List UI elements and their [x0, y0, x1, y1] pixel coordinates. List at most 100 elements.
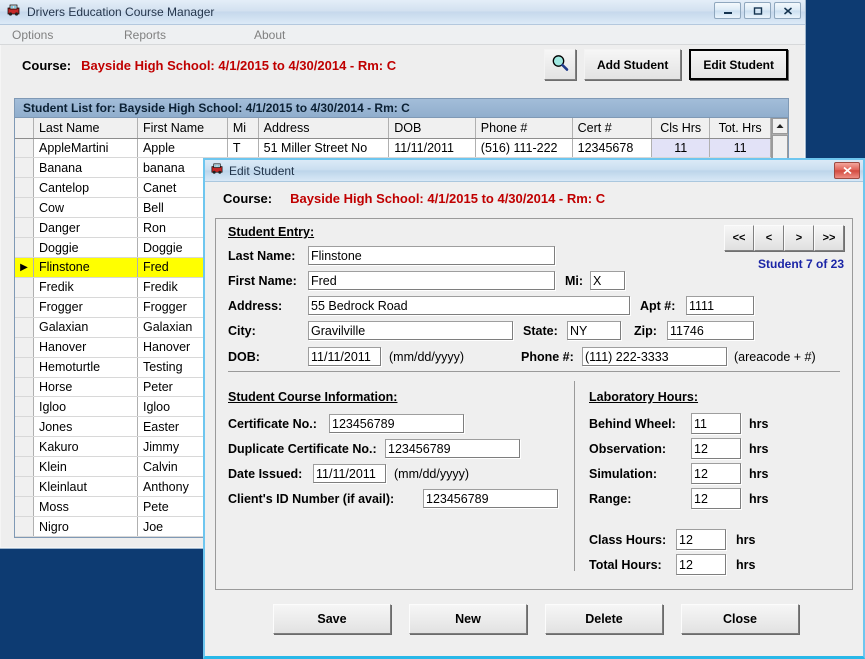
row-marker[interactable]	[15, 377, 34, 398]
grid-col-dob[interactable]: DOB	[388, 118, 476, 139]
cell-last-name[interactable]: Moss	[33, 496, 138, 518]
cell-last-name[interactable]: Kleinlaut	[33, 476, 138, 498]
row-marker[interactable]: ▶	[15, 257, 34, 278]
phone-field[interactable]: (111) 222-3333	[582, 347, 727, 366]
cell-last-name[interactable]: Klein	[33, 456, 138, 478]
cell-last-name[interactable]: AppleMartini	[33, 138, 138, 159]
row-marker[interactable]	[15, 357, 34, 378]
row-marker[interactable]	[15, 496, 34, 518]
row-marker[interactable]	[15, 317, 34, 338]
range-field[interactable]: 12	[691, 488, 741, 509]
class-hours-field[interactable]: 12	[676, 529, 726, 550]
cell-last-name[interactable]: Fredik	[33, 277, 138, 298]
date-issued-field[interactable]: 11/11/2011	[313, 464, 386, 483]
delete-button[interactable]: Delete	[545, 604, 663, 634]
row-marker[interactable]	[15, 217, 34, 239]
cell-last-name[interactable]: Banana	[33, 157, 138, 179]
row-marker[interactable]	[15, 157, 34, 179]
state-field[interactable]: NY	[567, 321, 621, 340]
cell-tot-hrs[interactable]: 11	[709, 138, 771, 159]
grid-col-last-name[interactable]: Last Name	[33, 118, 138, 139]
row-marker[interactable]	[15, 456, 34, 478]
row-marker[interactable]	[15, 337, 34, 358]
close-button[interactable]: Close	[681, 604, 799, 634]
total-hours-field[interactable]: 12	[676, 554, 726, 575]
menu-item-about[interactable]: About	[244, 28, 295, 42]
edit-student-button[interactable]: Edit Student	[689, 49, 788, 80]
certificate-field[interactable]: 123456789	[329, 414, 464, 433]
nav-next-button[interactable]: >	[784, 225, 814, 251]
cell-cert[interactable]: 12345678	[572, 138, 653, 159]
cell-last-name[interactable]: Kakuro	[33, 436, 138, 458]
grid-col-cls-hrs[interactable]: Cls Hrs	[651, 118, 711, 139]
simulation-field[interactable]: 12	[691, 463, 741, 484]
grid-col-mi[interactable]: Mi	[227, 118, 259, 139]
cell-last-name[interactable]: Jones	[33, 416, 138, 438]
menu-item-options[interactable]: Options	[2, 28, 112, 42]
grid-col-marker	[15, 118, 34, 139]
behind-wheel-field[interactable]: 11	[691, 413, 741, 434]
nav-last-button[interactable]: >>	[814, 225, 844, 251]
row-marker[interactable]	[15, 436, 34, 458]
add-student-button[interactable]: Add Student	[584, 49, 682, 80]
row-marker[interactable]	[15, 297, 34, 318]
row-marker[interactable]	[15, 197, 34, 219]
grid-col-address[interactable]: Address	[258, 118, 390, 139]
grid-col-first-name[interactable]: First Name	[137, 118, 228, 139]
close-icon[interactable]	[774, 2, 801, 19]
main-titlebar[interactable]: Drivers Education Course Manager	[0, 0, 805, 25]
maximize-icon[interactable]	[744, 2, 771, 19]
zip-field[interactable]: 11746	[667, 321, 754, 340]
row-marker[interactable]	[15, 476, 34, 498]
city-field[interactable]: Gravilville	[308, 321, 513, 340]
dialog-titlebar[interactable]: Edit Student	[205, 160, 863, 182]
row-marker[interactable]	[15, 237, 34, 259]
grid-col-tot-hrs[interactable]: Tot. Hrs	[709, 118, 771, 139]
menu-item-reports[interactable]: Reports	[114, 28, 242, 42]
mi-field[interactable]: X	[590, 271, 625, 290]
first-name-field[interactable]: Fred	[308, 271, 555, 290]
search-button[interactable]	[544, 49, 576, 80]
cell-last-name[interactable]: Galaxian	[33, 317, 138, 338]
address-field[interactable]: 55 Bedrock Road	[308, 296, 630, 315]
row-marker[interactable]	[15, 396, 34, 418]
cell-last-name[interactable]: Flinstone	[33, 257, 138, 278]
cell-last-name[interactable]: Nigro	[33, 516, 138, 537]
row-marker[interactable]	[15, 277, 34, 298]
row-marker[interactable]	[15, 516, 34, 537]
cell-last-name[interactable]: Cow	[33, 197, 138, 219]
scroll-up-icon[interactable]	[772, 118, 788, 134]
cell-mi[interactable]: T	[227, 138, 259, 159]
row-marker[interactable]	[15, 416, 34, 438]
row-marker[interactable]	[15, 138, 34, 159]
cell-last-name[interactable]: Doggie	[33, 237, 138, 259]
save-button[interactable]: Save	[273, 604, 391, 634]
apt-field[interactable]: 1111	[686, 296, 754, 315]
cell-phone[interactable]: (516) 111-222	[475, 138, 573, 159]
new-button[interactable]: New	[409, 604, 527, 634]
cell-last-name[interactable]: Hanover	[33, 337, 138, 358]
cell-address[interactable]: 51 Miller Street No	[258, 138, 390, 159]
row-marker[interactable]	[15, 177, 34, 199]
nav-first-button[interactable]: <<	[724, 225, 754, 251]
nav-prev-button[interactable]: <	[754, 225, 784, 251]
observation-field[interactable]: 12	[691, 438, 741, 459]
cell-dob[interactable]: 11/11/2011	[388, 138, 476, 159]
cell-first-name[interactable]: Apple	[137, 138, 228, 159]
grid-col-cert[interactable]: Cert #	[572, 118, 653, 139]
minimize-icon[interactable]	[714, 2, 741, 19]
cell-cls-hrs[interactable]: 11	[651, 138, 711, 159]
cell-last-name[interactable]: Frogger	[33, 297, 138, 318]
cell-last-name[interactable]: Igloo	[33, 396, 138, 418]
table-row[interactable]: AppleMartini Apple T 51 Miller Street No 11/…	[15, 138, 771, 159]
cell-last-name[interactable]: Hemoturtle	[33, 357, 138, 378]
close-icon[interactable]	[834, 162, 860, 179]
cell-last-name[interactable]: Horse	[33, 377, 138, 398]
last-name-field[interactable]: Flinstone	[308, 246, 555, 265]
client-id-field[interactable]: 123456789	[423, 489, 558, 508]
grid-col-phone[interactable]: Phone #	[475, 118, 573, 139]
cell-last-name[interactable]: Cantelop	[33, 177, 138, 199]
duplicate-certificate-field[interactable]: 123456789	[385, 439, 520, 458]
cell-last-name[interactable]: Danger	[33, 217, 138, 239]
dob-field[interactable]: 11/11/2011	[308, 347, 381, 366]
